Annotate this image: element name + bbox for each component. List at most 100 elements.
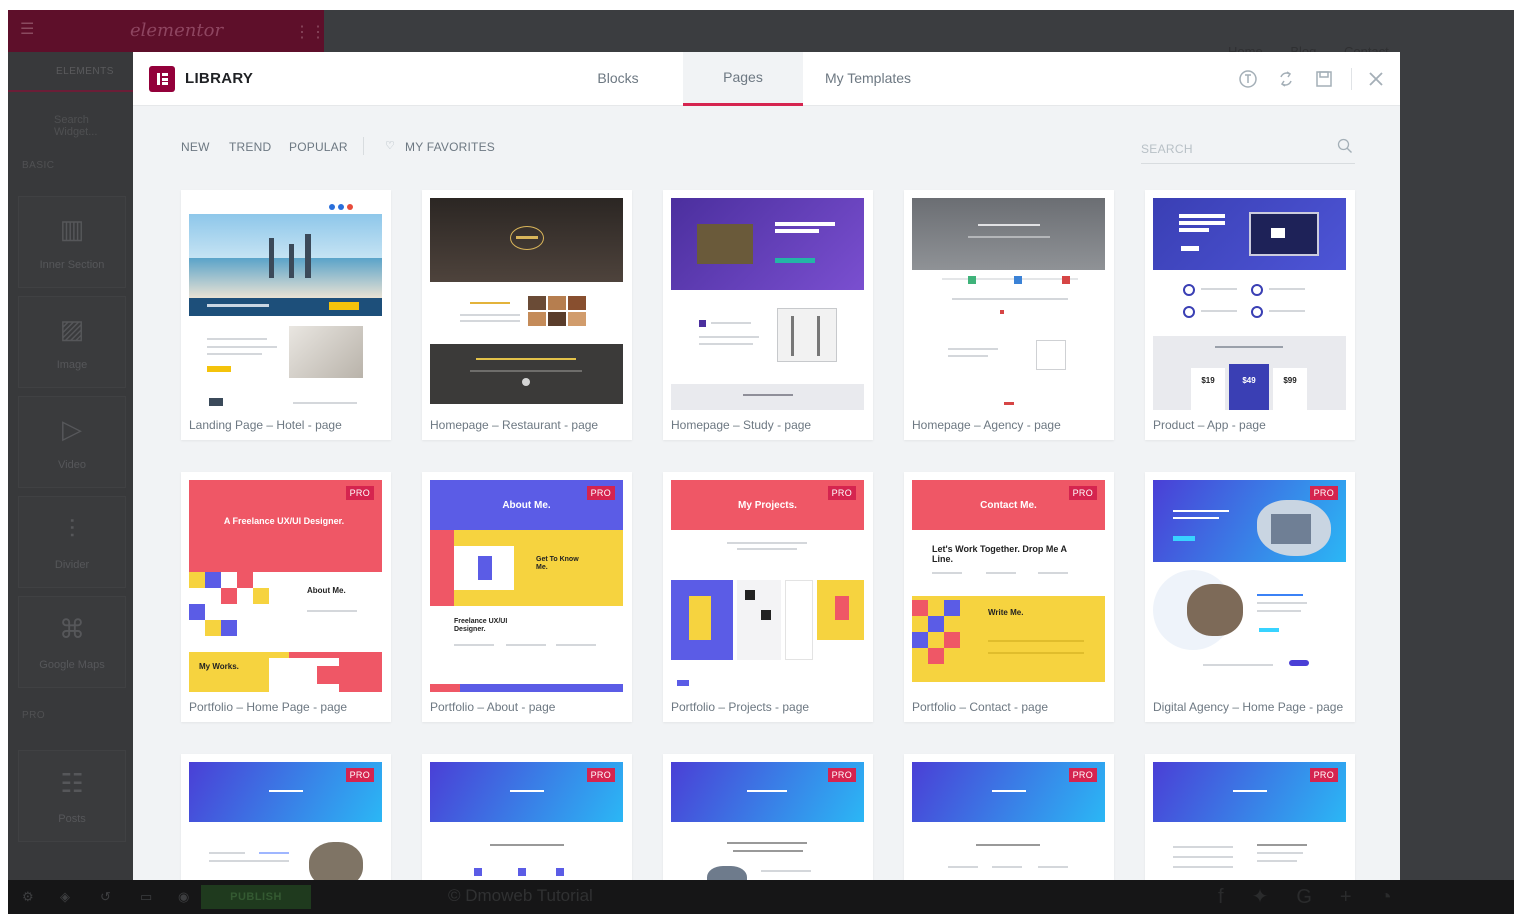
- editor-tab-label: ELEMENTS: [56, 66, 114, 77]
- template-card[interactable]: $19 $49 $99 Product – App - page: [1145, 190, 1355, 440]
- editor-panel: ☰ elementor ⋮⋮ ELEMENTS Search Widget...…: [8, 10, 326, 880]
- editor-search: Search Widget...: [54, 114, 98, 138]
- filter-trend[interactable]: TREND: [229, 140, 271, 154]
- tab-blocks[interactable]: Blocks: [573, 52, 663, 106]
- site-footer-text: © Dmoweb Tutorial: [448, 886, 593, 905]
- template-card[interactable]: PRO: [904, 754, 1114, 880]
- template-name: Landing Page – Hotel - page: [189, 418, 342, 432]
- price-pro: $49: [1242, 376, 1256, 385]
- template-card[interactable]: A Freelance UX/UI Designer. About Me. My…: [181, 472, 391, 722]
- info-icon[interactable]: [1238, 69, 1258, 89]
- template-thumbnail: $19 $49 $99: [1153, 198, 1346, 410]
- template-thumbnail: About Me. Get To Know Me. Freelance UX/U…: [430, 480, 623, 692]
- thumb-freelance: Freelance UX/UI Designer.: [454, 618, 508, 633]
- price-premium: $99: [1283, 376, 1297, 385]
- image-icon: ▨: [59, 314, 85, 344]
- widget-divider: ⫶ Divider: [18, 496, 126, 588]
- template-card[interactable]: PRO Digital Agency – Home Page - page: [1145, 472, 1355, 722]
- screen: { "editor": { "logo": "elementor", "pane…: [0, 0, 1514, 914]
- sync-icon[interactable]: [1276, 69, 1296, 89]
- template-card[interactable]: My Projects. PRO Portfolio – Projects - …: [663, 472, 873, 722]
- filter-popular[interactable]: POPULAR: [289, 140, 348, 154]
- heart-icon: ♡: [385, 140, 395, 152]
- pro-badge: PRO: [345, 768, 374, 782]
- video-icon: ▷: [62, 414, 82, 444]
- thumb-work-together: Let's Work Together. Drop Me A Line.: [932, 544, 1067, 564]
- template-card[interactable]: Contact Me. Let's Work Together. Drop Me…: [904, 472, 1114, 722]
- library-header: LIBRARY Blocks Pages My Templates: [133, 52, 1400, 106]
- widget-label: Image: [56, 359, 88, 371]
- template-card[interactable]: Homepage – Restaurant - page: [422, 190, 632, 440]
- pro-badge: PRO: [827, 486, 856, 500]
- search-icon[interactable]: [1337, 138, 1353, 154]
- widget-inner-section: ▥ Inner Section: [18, 196, 126, 288]
- library-modal: LIBRARY Blocks Pages My Templates NEW TR…: [133, 52, 1400, 880]
- template-card[interactable]: PRO: [181, 754, 391, 880]
- price-basic: $19: [1201, 376, 1215, 385]
- template-card[interactable]: About Me. Get To Know Me. Freelance UX/U…: [422, 472, 632, 722]
- tab-pages[interactable]: Pages: [683, 52, 803, 106]
- widget-label: Google Maps: [39, 659, 105, 671]
- filter-new[interactable]: NEW: [181, 140, 210, 154]
- preview-icon: ◉: [178, 889, 190, 904]
- grid-icon: ⋮⋮: [294, 24, 326, 41]
- template-card[interactable]: PRO: [663, 754, 873, 880]
- widget-label: Inner Section: [39, 259, 105, 271]
- template-name: Product – App - page: [1153, 418, 1266, 432]
- publish-button: PUBLISH: [201, 885, 311, 909]
- divider-icon: ⫶: [68, 514, 76, 544]
- template-name: Homepage – Agency - page: [912, 418, 1061, 432]
- close-icon[interactable]: [1366, 69, 1386, 89]
- editor-bottombar: ⚙ ◈ ↺ ▭ ◉ PUBLISH © Dmoweb Tutorial f✦G+…: [8, 880, 1514, 914]
- filter-my-favorites[interactable]: MY FAVORITES: [405, 140, 495, 154]
- template-name: Portfolio – Contact - page: [912, 700, 1049, 714]
- thumb-heading: Contact Me.: [980, 500, 1037, 511]
- pro-badge: PRO: [1068, 486, 1097, 500]
- template-thumbnail: PRO: [1153, 762, 1346, 880]
- template-thumbnail: A Freelance UX/UI Designer. About Me. My…: [189, 480, 382, 692]
- template-thumbnail: [671, 198, 864, 410]
- pro-badge: PRO: [345, 486, 374, 500]
- template-name: Portfolio – Home Page - page: [189, 700, 348, 714]
- rss-icon: ◔: [1379, 886, 1420, 908]
- template-thumbnail: PRO: [189, 762, 382, 880]
- widget-label: Divider: [54, 559, 90, 571]
- thumb-write-me: Write Me.: [988, 608, 1024, 617]
- header-divider: [1351, 68, 1352, 90]
- template-thumbnail: PRO: [912, 762, 1105, 880]
- search-input[interactable]: [1141, 138, 1331, 160]
- template-name: Homepage – Restaurant - page: [430, 418, 599, 432]
- template-card[interactable]: PRO: [1145, 754, 1355, 880]
- template-card[interactable]: Homepage – Study - page: [663, 190, 873, 440]
- filter-divider: [363, 137, 364, 155]
- widget-google-maps: ⌘ Google Maps: [18, 596, 126, 688]
- tab-my-templates[interactable]: My Templates: [813, 52, 923, 106]
- template-card[interactable]: Homepage – Agency - page: [904, 190, 1114, 440]
- editor-logo: elementor: [130, 20, 224, 41]
- thumb-works: My Works.: [199, 662, 239, 671]
- pro-badge: PRO: [1309, 486, 1338, 500]
- thumb-heading: About Me.: [502, 500, 551, 511]
- template-name: Digital Agency – Home Page - page: [1153, 700, 1344, 714]
- history-icon: ↺: [100, 889, 111, 904]
- pro-badge: PRO: [1068, 768, 1097, 782]
- elementor-logo-icon: [149, 66, 175, 92]
- pro-badge: PRO: [586, 486, 615, 500]
- library-title: LIBRARY: [185, 70, 254, 87]
- social-icons: f✦G+◔: [1218, 884, 1420, 909]
- save-icon[interactable]: [1314, 69, 1334, 89]
- template-card[interactable]: PRO: [422, 754, 632, 880]
- inner-section-icon: ▥: [59, 214, 85, 244]
- settings-icon: ⚙: [22, 889, 34, 904]
- template-card[interactable]: Landing Page – Hotel - page: [181, 190, 391, 440]
- editor-section-basic: BASIC: [22, 160, 55, 171]
- widget-image: ▨ Image: [18, 296, 126, 388]
- responsive-icon: ▭: [140, 889, 153, 904]
- template-name: Portfolio – About - page: [430, 700, 556, 714]
- widget-label: Posts: [58, 813, 86, 825]
- template-thumbnail: PRO: [671, 762, 864, 880]
- editor-topbar: ☰ elementor ⋮⋮: [8, 10, 326, 52]
- template-thumbnail: [430, 198, 623, 410]
- pro-badge: PRO: [827, 768, 856, 782]
- search-box: [1141, 134, 1355, 164]
